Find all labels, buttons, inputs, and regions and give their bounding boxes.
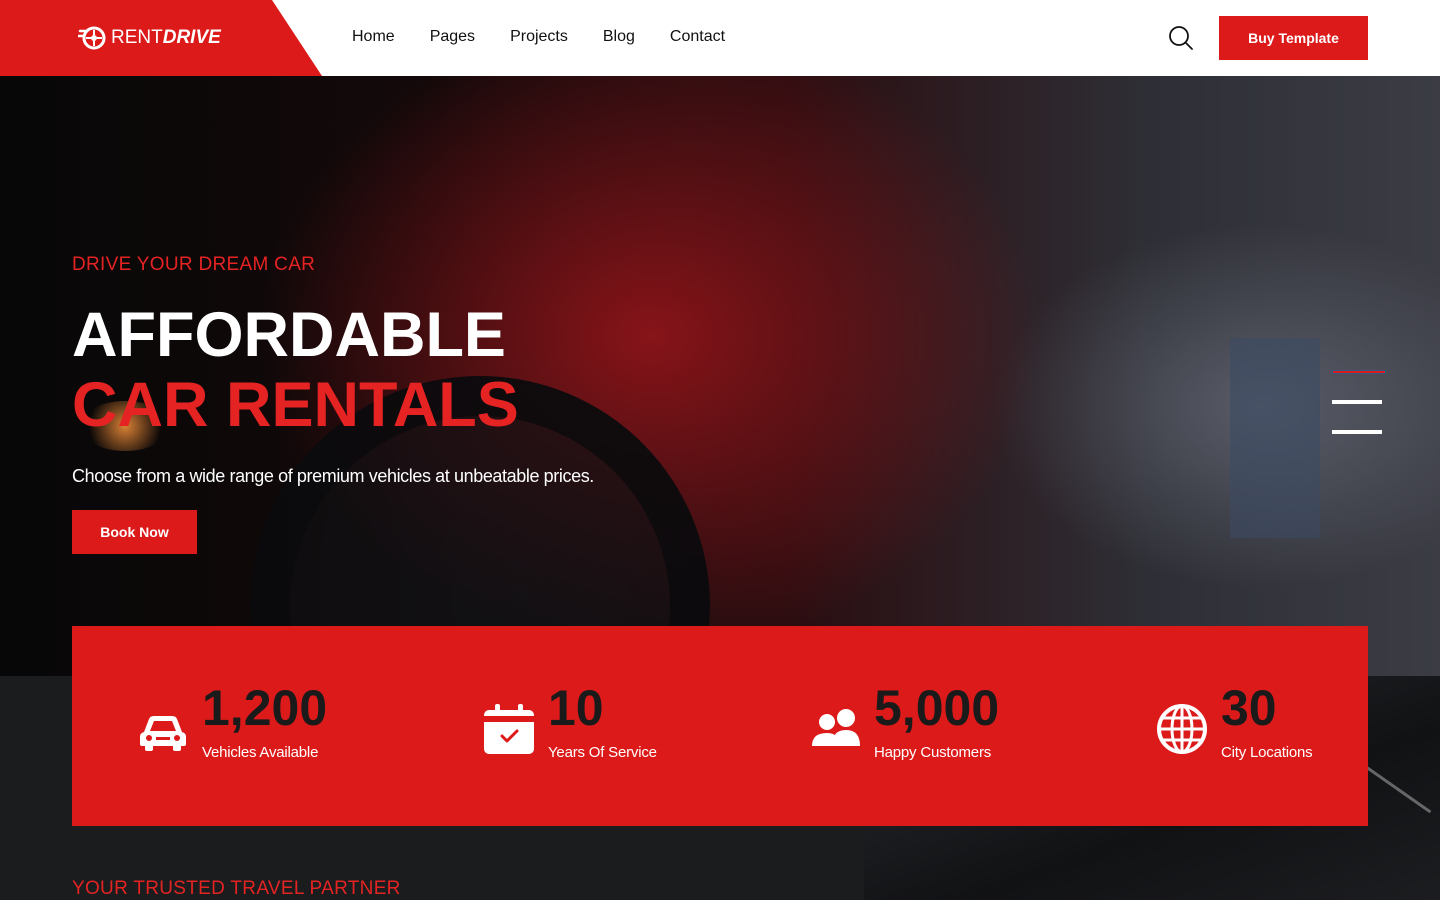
hero-title: AFFORDABLE CAR RENTALS bbox=[72, 300, 594, 440]
hero-section: DRIVE YOUR DREAM CAR AFFORDABLE CAR RENT… bbox=[0, 76, 1440, 676]
logo-text-part1: RENT bbox=[111, 27, 163, 48]
car-icon bbox=[140, 716, 186, 751]
calendar-check-icon bbox=[484, 704, 534, 754]
site-header: RENTDRIVE Home Pages Projects Blog Conta… bbox=[0, 0, 1440, 76]
buy-template-button[interactable]: Buy Template bbox=[1219, 16, 1368, 60]
stat-vehicles: 1,200 Vehicles Available bbox=[136, 680, 327, 761]
stat-value: 30 bbox=[1221, 680, 1277, 736]
slider-dot-2[interactable] bbox=[1332, 400, 1382, 404]
stat-years: 10 Years Of Service bbox=[482, 680, 657, 761]
stat-text: 10 Years Of Service bbox=[548, 680, 657, 761]
stat-text: 1,200 Vehicles Available bbox=[202, 680, 327, 761]
stat-value: 10 bbox=[548, 680, 604, 736]
logo-text-part2: DRIVE bbox=[162, 27, 221, 48]
stat-value: 1,200 bbox=[202, 680, 328, 736]
nav-home[interactable]: Home bbox=[352, 28, 395, 46]
nav-contact[interactable]: Contact bbox=[670, 28, 725, 46]
hero-title-line1: AFFORDABLE bbox=[72, 300, 506, 370]
stat-label: Years Of Service bbox=[548, 744, 657, 761]
stat-label: City Locations bbox=[1221, 744, 1313, 761]
stat-cities: 30 City Locations bbox=[1155, 680, 1313, 761]
wheel-icon bbox=[78, 26, 106, 50]
slider-dot-1[interactable] bbox=[1332, 370, 1386, 374]
search-icon[interactable] bbox=[1168, 25, 1194, 51]
logo-text: RENTDRIVE bbox=[111, 27, 221, 49]
logo[interactable]: RENTDRIVE bbox=[78, 25, 221, 51]
slider-dot-3[interactable] bbox=[1332, 430, 1382, 434]
nav-projects[interactable]: Projects bbox=[510, 28, 568, 46]
main-nav: Home Pages Projects Blog Contact bbox=[352, 28, 725, 46]
stats-band: 1,200 Vehicles Available 10 Years Of Ser… bbox=[72, 626, 1368, 826]
stat-text: 5,000 Happy Customers bbox=[874, 680, 999, 761]
globe-icon bbox=[1157, 704, 1207, 754]
book-now-button[interactable]: Book Now bbox=[72, 510, 197, 554]
slider-pagination bbox=[1332, 370, 1386, 460]
stat-value: 5,000 bbox=[874, 680, 1000, 736]
users-icon bbox=[812, 709, 860, 746]
stat-text: 30 City Locations bbox=[1221, 680, 1313, 761]
hero-title-line2: CAR RENTALS bbox=[72, 370, 519, 440]
hero-subtitle: Choose from a wide range of premium vehi… bbox=[72, 466, 594, 486]
stat-label: Happy Customers bbox=[874, 744, 992, 761]
nav-pages[interactable]: Pages bbox=[430, 28, 475, 46]
stat-customers: 5,000 Happy Customers bbox=[808, 680, 999, 761]
hero-background-door bbox=[1230, 338, 1320, 538]
stat-label: Vehicles Available bbox=[202, 744, 319, 761]
hero-eyebrow: DRIVE YOUR DREAM CAR bbox=[72, 254, 316, 275]
nav-blog[interactable]: Blog bbox=[603, 28, 635, 46]
about-eyebrow: YOUR TRUSTED TRAVEL PARTNER bbox=[72, 878, 401, 899]
hero-copy: DRIVE YOUR DREAM CAR AFFORDABLE CAR RENT… bbox=[72, 254, 594, 554]
